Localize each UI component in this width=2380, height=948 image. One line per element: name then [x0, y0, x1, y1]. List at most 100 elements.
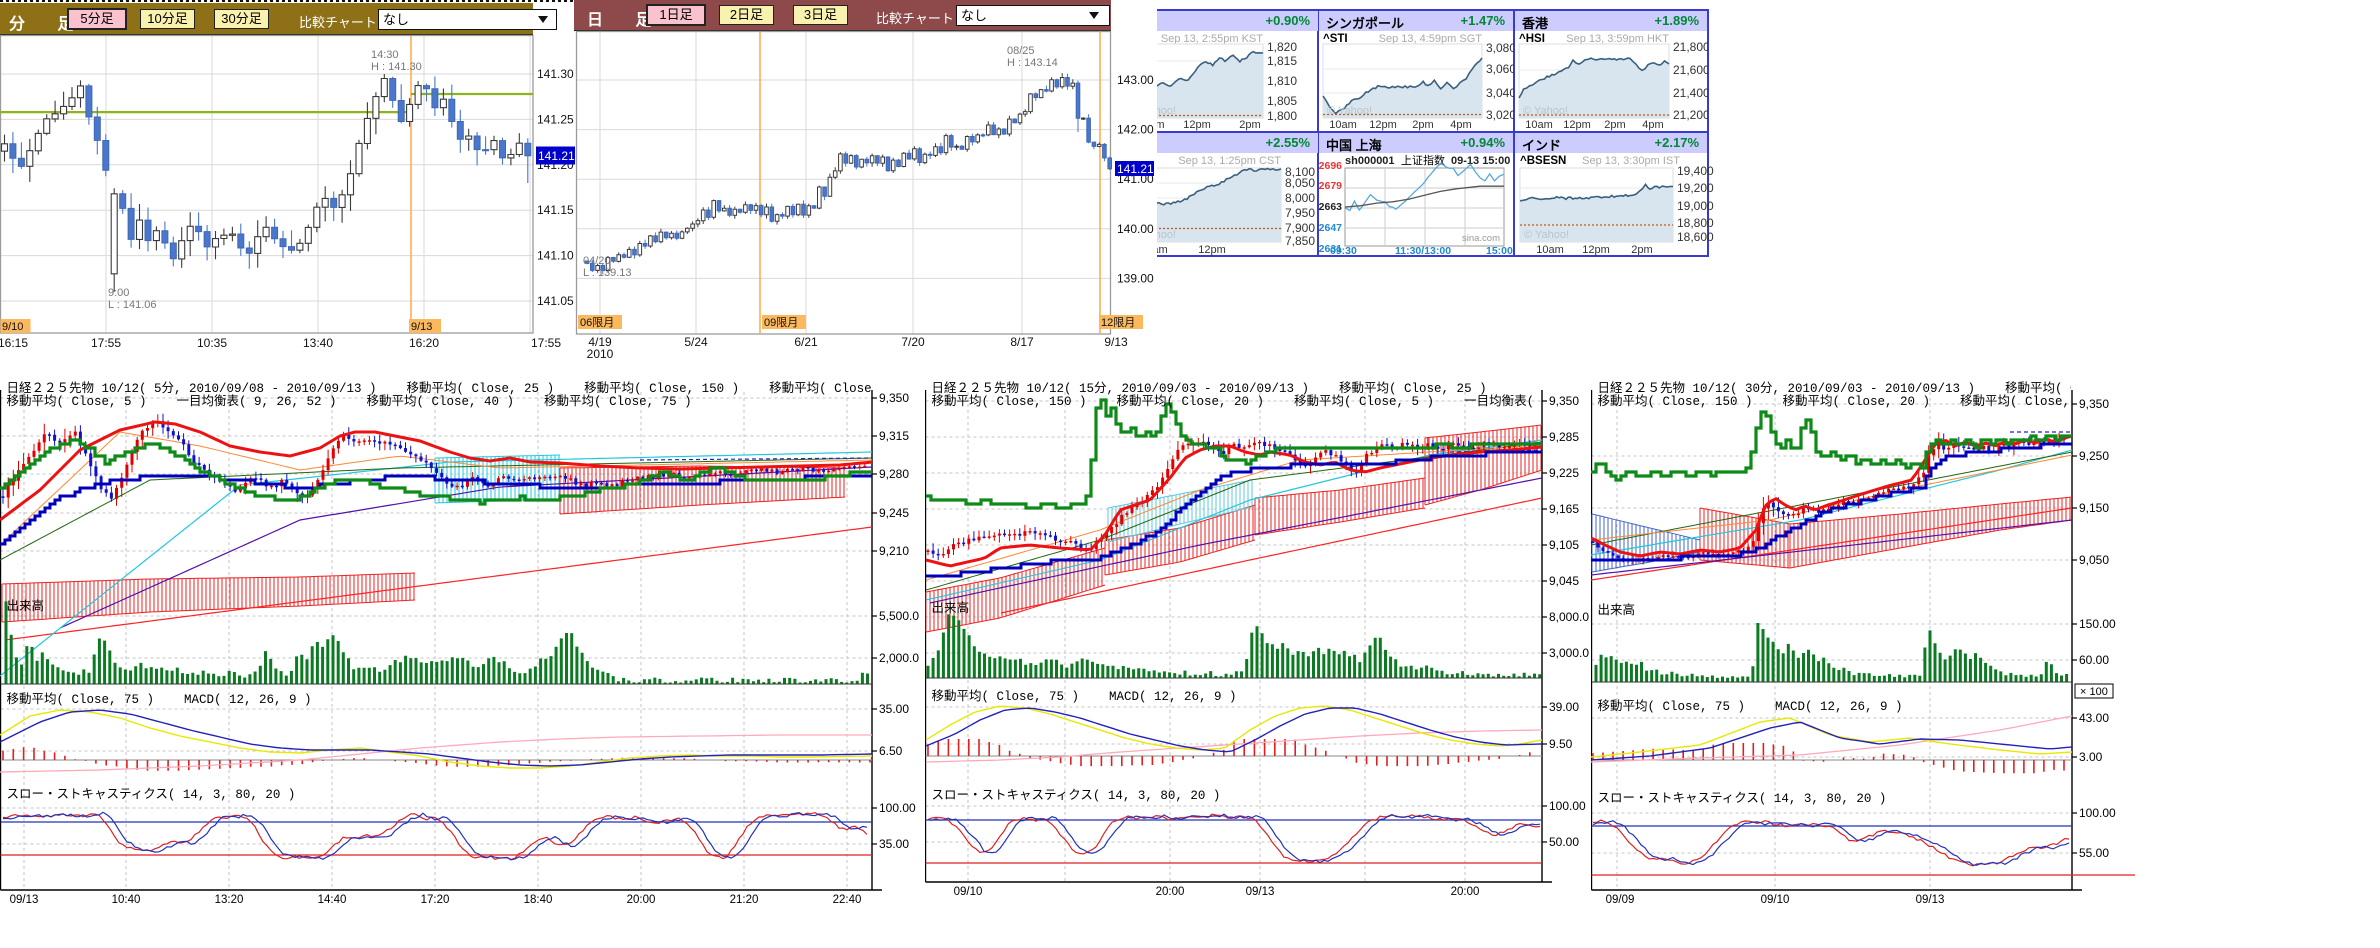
svg-text:4pm: 4pm — [1450, 119, 1471, 131]
svg-text:9,045: 9,045 — [1549, 574, 1579, 588]
svg-text:8,000.0: 8,000.0 — [1549, 610, 1589, 624]
svg-text:sh000001: sh000001 — [1345, 155, 1395, 167]
svg-text:9:00: 9:00 — [108, 287, 129, 299]
svg-text:141.05: 141.05 — [537, 294, 574, 308]
svg-text:18:40: 18:40 — [524, 894, 553, 906]
svg-text:21,200: 21,200 — [1673, 108, 1708, 122]
svg-text:150.00: 150.00 — [2079, 617, 2116, 631]
svg-text:20:00: 20:00 — [1156, 886, 1185, 898]
svg-text:143.00: 143.00 — [1117, 73, 1154, 87]
svg-text:1,805: 1,805 — [1267, 94, 1297, 108]
svg-text:9,225: 9,225 — [1549, 466, 1579, 480]
svg-text:139.00: 139.00 — [1117, 271, 1154, 285]
svg-text:10am: 10am — [1536, 244, 1564, 256]
svg-text:6.50: 6.50 — [879, 744, 903, 758]
svg-text:14:40: 14:40 — [318, 894, 347, 906]
svg-text:移動平均( Close, 75 ) MACD( 12,: 移動平均( Close, 75 ) MACD( 12, 26, 9 ) — [932, 689, 1237, 704]
svg-text:スロー・ストキャスティクス( 14, 3, 80, 20 ): スロー・ストキャスティクス( 14, 3, 80, 20 ) — [1598, 791, 1887, 806]
svg-text:9,280: 9,280 — [879, 467, 909, 481]
svg-text:09/13: 09/13 — [10, 894, 39, 906]
svg-text:11:30/13:00: 11:30/13:00 — [1395, 245, 1451, 257]
svg-text:5/24: 5/24 — [684, 335, 708, 349]
svg-text:9,105: 9,105 — [1549, 538, 1579, 552]
svg-text:9,315: 9,315 — [879, 429, 909, 443]
svg-text:移動平均( Close, 5 ) 一目均衡表( 9,: 移動平均( Close, 5 ) 一目均衡表( 9, 26, 52 ) 移動平均… — [7, 394, 692, 409]
svg-text:9,050: 9,050 — [2079, 553, 2109, 567]
svg-text:14:30: 14:30 — [371, 49, 399, 61]
svg-text:H : 143.14: H : 143.14 — [1007, 57, 1058, 69]
svg-text:3,060: 3,060 — [1486, 62, 1514, 76]
svg-text:9,250: 9,250 — [2079, 449, 2109, 463]
svg-text:日経２２５先物 10/12( 5分, 2010/09/08: 日経２２５先物 10/12( 5分, 2010/09/08 - 2010/09/… — [7, 381, 917, 396]
svg-text:35.00: 35.00 — [879, 837, 909, 851]
svg-text:5,500.0: 5,500.0 — [879, 609, 919, 623]
svg-text:13:40: 13:40 — [303, 336, 333, 350]
svg-text:8,050: 8,050 — [1285, 176, 1315, 190]
svg-text:10:40: 10:40 — [112, 894, 141, 906]
svg-text:7/20: 7/20 — [901, 335, 925, 349]
svg-text:141.21: 141.21 — [538, 149, 575, 163]
svg-text:2647: 2647 — [1319, 222, 1343, 234]
svg-text:2010: 2010 — [587, 347, 614, 361]
svg-text:2679: 2679 — [1319, 180, 1343, 192]
svg-text:10am: 10am — [1525, 119, 1553, 131]
svg-text:141.30: 141.30 — [537, 67, 574, 81]
svg-text:39.00: 39.00 — [1549, 700, 1579, 714]
svg-text:12pm: 12pm — [1563, 119, 1591, 131]
svg-text:142.00: 142.00 — [1117, 123, 1154, 137]
svg-text:7,950: 7,950 — [1285, 206, 1315, 220]
svg-text:1,820: 1,820 — [1267, 40, 1297, 54]
svg-text:22:40: 22:40 — [833, 894, 862, 906]
svg-text:L : 141.06: L : 141.06 — [108, 299, 157, 311]
svg-text:am: am — [1157, 244, 1168, 256]
svg-text:9,150: 9,150 — [2079, 501, 2109, 515]
svg-text:09/10: 09/10 — [1761, 894, 1790, 906]
svg-text:2pm: 2pm — [1631, 244, 1652, 256]
svg-text:17:55: 17:55 — [91, 336, 121, 350]
svg-text:Sep 13, 4:59pm SGT: Sep 13, 4:59pm SGT — [1379, 33, 1483, 45]
svg-text:スロー・ストキャスティクス( 14, 3, 80, 20 ): スロー・ストキャスティクス( 14, 3, 80, 20 ) — [932, 788, 1221, 803]
svg-text:140.00: 140.00 — [1117, 222, 1154, 236]
svg-text:移動平均( Close, 75 ) MACD( 12,: 移動平均( Close, 75 ) MACD( 12, 26, 9 ) — [7, 692, 312, 707]
svg-text:Sep 13, 3:59pm HKT: Sep 13, 3:59pm HKT — [1566, 33, 1669, 45]
svg-text:55.00: 55.00 — [2079, 846, 2109, 860]
svg-text:9,350: 9,350 — [879, 391, 909, 405]
svg-text:× 100: × 100 — [2080, 686, 2108, 698]
svg-text:09/13: 09/13 — [1246, 886, 1275, 898]
svg-text:スロー・ストキャスティクス( 14, 3, 80, 20 ): スロー・ストキャスティクス( 14, 3, 80, 20 ) — [7, 787, 296, 802]
svg-text:141.15: 141.15 — [537, 203, 574, 217]
svg-text:18,800: 18,800 — [1677, 216, 1714, 230]
svg-text:3.00: 3.00 — [2079, 750, 2103, 764]
svg-text:4pm: 4pm — [1642, 119, 1663, 131]
svg-text:04/20: 04/20 — [583, 255, 611, 267]
svg-text:© Yahoo!: © Yahoo! — [1157, 229, 1176, 241]
svg-text:Sep 13, 1:25pm CST: Sep 13, 1:25pm CST — [1178, 155, 1281, 167]
svg-text:出来高: 出来高 — [7, 598, 45, 614]
svg-text:9,350: 9,350 — [1549, 394, 1579, 408]
svg-text:21,600: 21,600 — [1673, 63, 1708, 77]
svg-text:1,800: 1,800 — [1267, 109, 1297, 123]
svg-text:L : 139.13: L : 139.13 — [583, 267, 632, 279]
svg-text:m: m — [1157, 119, 1165, 131]
svg-text:sina.com: sina.com — [1462, 233, 1500, 244]
svg-text:9,285: 9,285 — [1549, 430, 1579, 444]
svg-text:141.25: 141.25 — [537, 112, 574, 126]
svg-text:3,080: 3,080 — [1486, 41, 1514, 55]
svg-text:移動平均( Close, 150 ) 移動平均( Cl: 移動平均( Close, 150 ) 移動平均( Close, 20 ) 移動平… — [932, 394, 1601, 409]
svg-text:3,000.0: 3,000.0 — [1549, 646, 1589, 660]
svg-text:141.21: 141.21 — [1117, 162, 1154, 176]
svg-text:移動平均( Close, 75 ) MACD( 12,: 移動平均( Close, 75 ) MACD( 12, 26, 9 ) — [1598, 699, 1903, 714]
svg-text:9/13: 9/13 — [411, 321, 432, 333]
svg-text:12pm: 12pm — [1198, 244, 1226, 256]
svg-text:H : 141.30: H : 141.30 — [371, 61, 422, 73]
svg-text:09/10: 09/10 — [954, 886, 983, 898]
svg-text:09/13: 09/13 — [1916, 894, 1945, 906]
svg-text:100.00: 100.00 — [1549, 799, 1586, 813]
svg-text:日経２２５先物 10/12( 30分, 2010/09/03: 日経２２５先物 10/12( 30分, 2010/09/03 - 2010/09… — [1598, 381, 2152, 396]
svg-text:9,245: 9,245 — [879, 506, 909, 520]
svg-text:^BSESN: ^BSESN — [1520, 155, 1566, 167]
svg-text:12pm: 12pm — [1183, 119, 1211, 131]
svg-text:© Yahoo!: © Yahoo! — [1523, 105, 1568, 117]
svg-text:21,400: 21,400 — [1673, 86, 1708, 100]
svg-text:13:20: 13:20 — [215, 894, 244, 906]
